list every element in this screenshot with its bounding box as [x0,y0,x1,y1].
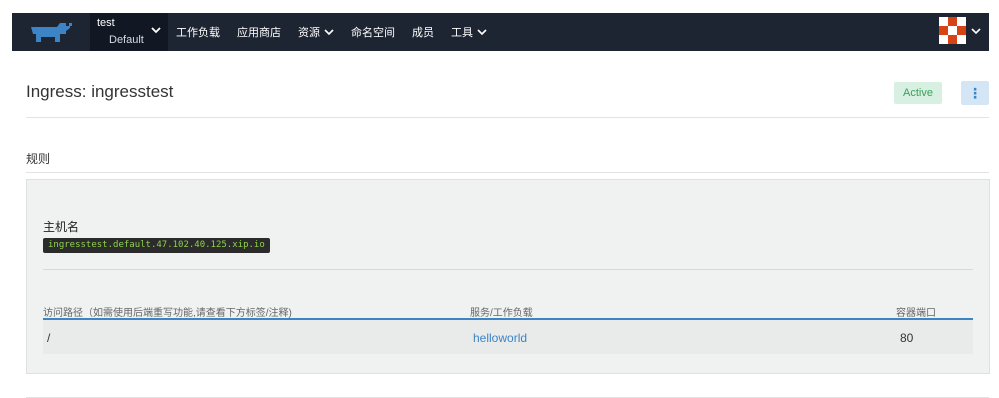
divider [43,269,973,270]
nav-item-label: 资源 [298,27,320,39]
nav-item-members[interactable]: 成员 [412,24,434,40]
nav-item-label: 工作负载 [176,27,220,39]
target-link[interactable]: helloworld [473,331,527,345]
nav-item-namespaces[interactable]: 命名空间 [351,24,395,40]
chevron-down-icon [971,27,981,34]
column-header-target: 服务/工作负载 [470,308,533,319]
page-title: Ingress: ingresstest [26,82,174,101]
rules-section-title: 规则 [26,152,51,166]
rancher-logo[interactable] [12,13,90,51]
nav-item-tools[interactable]: 工具 [451,24,487,40]
chevron-down-icon [324,29,334,36]
more-actions-button[interactable]: ⋮ [961,81,989,105]
nav-item-label: 命名空间 [351,27,395,39]
divider [26,172,989,173]
nav-item-workloads[interactable]: 工作负载 [176,24,220,40]
nav-item-resources[interactable]: 资源 [298,24,334,40]
path-cell: / [47,331,51,345]
nav-item-label: 应用商店 [237,27,281,39]
cluster-name: Default [109,34,144,46]
project-name: test [97,17,115,29]
more-vertical-icon: ⋮ [968,84,982,101]
column-header-port: 容器端口 [896,308,936,319]
status-badge: Active [894,82,942,104]
table-row: / helloworld 80 [43,320,973,354]
host-value: ingresstest.default.47.102.40.125.xip.io [43,238,270,253]
chevron-down-icon [477,29,487,36]
rancher-logo-icon [31,23,72,42]
divider [26,117,989,118]
nav-item-catalog[interactable]: 应用商店 [237,24,281,40]
port-cell: 80 [900,331,914,345]
rule-panel: 主机名 ingresstest.default.47.102.40.125.xi… [26,179,990,374]
column-header-path: 访问路径（如需使用后端重写功能,请查看下方标签/注释) [43,308,292,319]
chevron-down-icon [151,27,161,34]
user-menu[interactable] [939,17,981,44]
top-nav-bar: test Default 工作负载 应用商店 资源 命名空间 成员 工具 [12,13,989,51]
nav-item-label: 工具 [451,27,473,39]
avatar [939,17,966,44]
host-label: 主机名 [43,220,80,234]
nav-item-label: 成员 [412,27,434,39]
main-nav: 工作负载 应用商店 资源 命名空间 成员 工具 [176,13,504,51]
project-switcher[interactable]: test Default [90,13,168,51]
